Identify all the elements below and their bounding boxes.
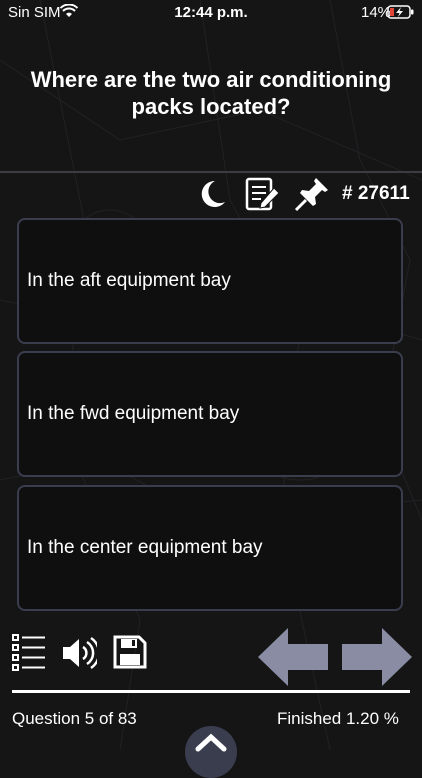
chevron-up-icon [195, 733, 227, 752]
answer-label: In the fwd equipment bay [27, 403, 240, 424]
progress-bar [12, 690, 410, 693]
speaker-icon[interactable] [61, 636, 97, 670]
finished-percent: Finished 1.20 % [277, 709, 399, 728]
question-counter: Question 5 of 83 [12, 709, 137, 728]
answer-option-1[interactable]: In the aft equipment bay [17, 218, 403, 344]
answer-label: In the center equipment bay [27, 537, 263, 558]
expand-button[interactable] [185, 726, 237, 778]
progress-fill [12, 690, 410, 693]
question-id: # 27611 [342, 183, 410, 204]
question-text: Where are the two air conditioning packs… [30, 67, 392, 119]
moon-icon[interactable] [194, 176, 230, 212]
answer-label: In the aft equipment bay [27, 270, 231, 291]
save-icon[interactable] [113, 635, 147, 669]
next-arrow-icon[interactable] [342, 628, 412, 686]
answer-option-3[interactable]: In the center equipment bay [17, 485, 403, 611]
pin-icon[interactable] [294, 176, 330, 212]
divider [0, 171, 422, 173]
status-bar: Sin SIM 12:44 p.m. 14% [0, 0, 422, 24]
previous-arrow-icon[interactable] [258, 628, 328, 686]
list-icon[interactable] [12, 633, 46, 673]
notes-icon[interactable] [244, 176, 280, 212]
clock: 12:44 p.m. [174, 4, 248, 21]
battery-charging-icon [387, 5, 414, 19]
answer-option-2[interactable]: In the fwd equipment bay [17, 351, 403, 477]
